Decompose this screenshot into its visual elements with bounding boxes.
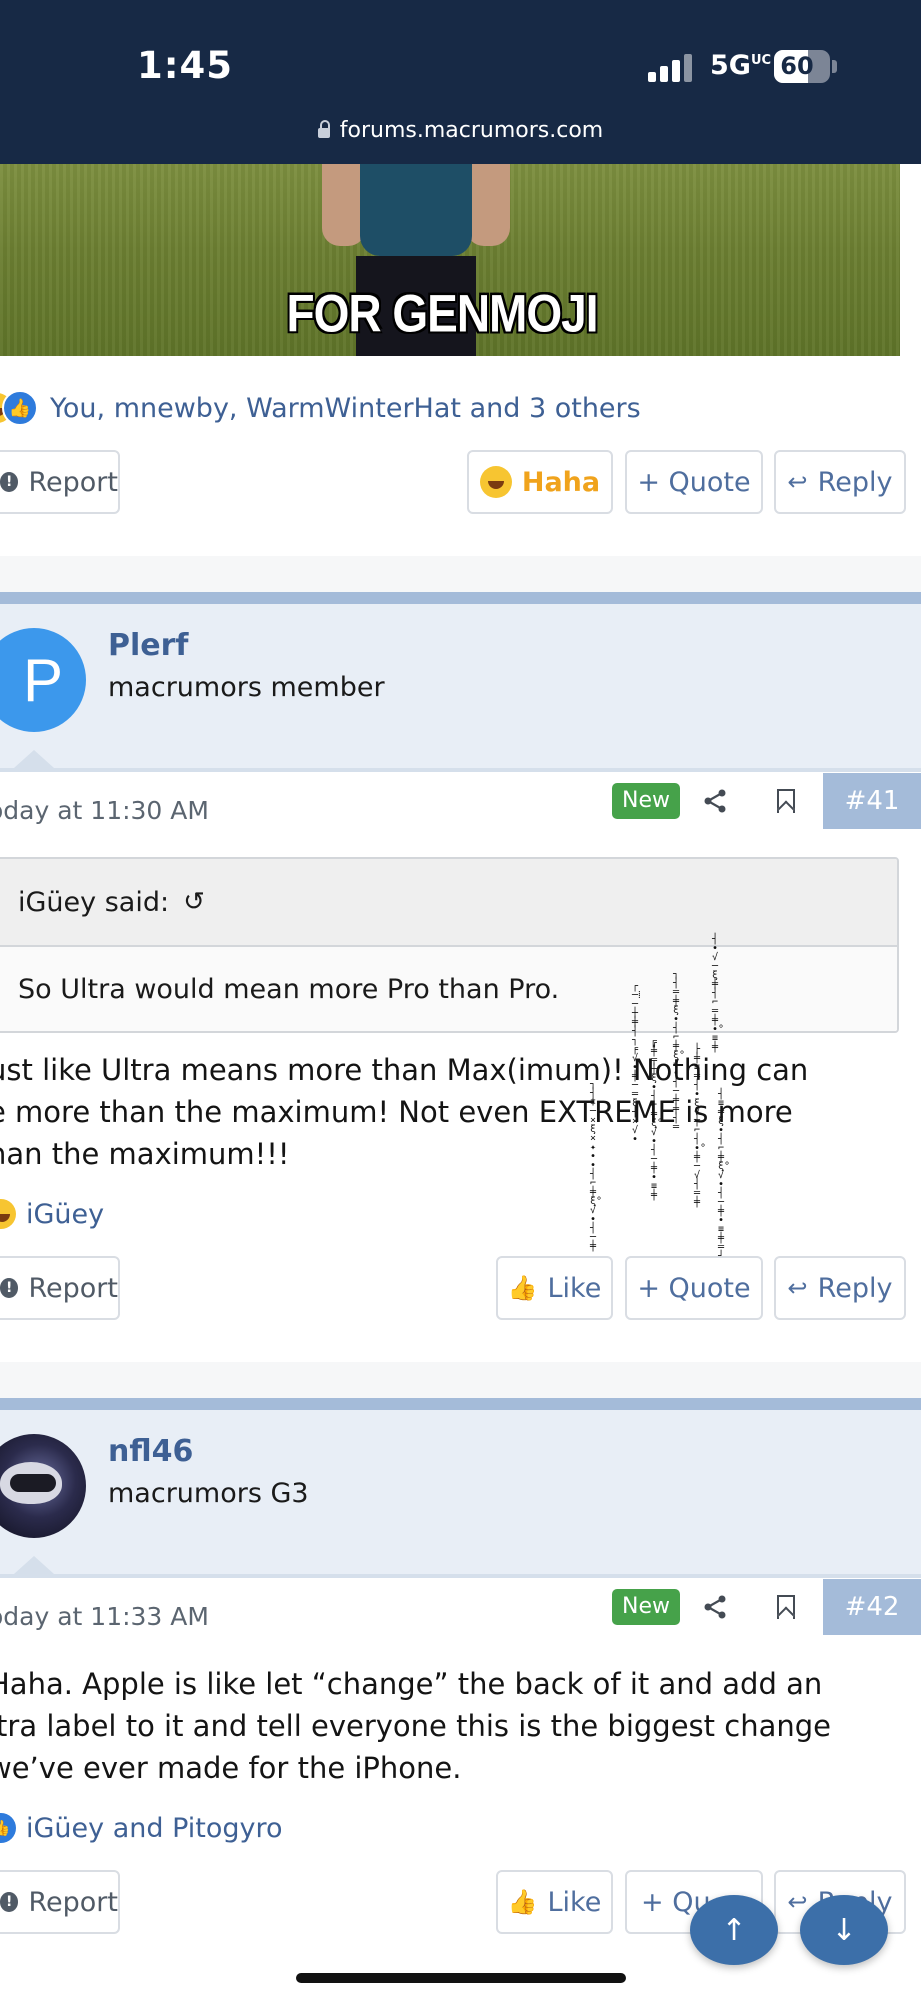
image-caption: FOR GENMOJI bbox=[286, 283, 598, 343]
glitch-text: ┤≡╪ξ∙┤⌐╪ξ°√∙┤─╪∙≡╪═┤ bbox=[718, 1089, 731, 1262]
report-button[interactable]: ! Report bbox=[0, 1256, 120, 1320]
laugh-emoji-icon bbox=[479, 466, 512, 498]
laugh-emoji-icon bbox=[0, 1199, 16, 1229]
bookmark-icon[interactable] bbox=[777, 1595, 795, 1619]
quote-header[interactable]: iGüey said: ↺ bbox=[0, 859, 897, 947]
post-number[interactable]: #42 bbox=[823, 1579, 921, 1635]
glitch-text: ┐┤═╪ξ∙┤⌐╪ξ°√∙┤─╪╪┤═ bbox=[673, 969, 686, 1133]
like-button[interactable]: 👍 Like bbox=[496, 1870, 613, 1934]
quote-author: iGüey said: bbox=[18, 886, 170, 918]
network-type: 5GUC bbox=[710, 50, 772, 81]
arrow-up-icon: ↑ bbox=[721, 1912, 747, 1948]
battery-tip bbox=[832, 60, 837, 73]
scroll-to-bottom-button[interactable]: ↓ bbox=[800, 1895, 888, 1965]
post-user-header: P Plerf macrumors member bbox=[0, 604, 921, 772]
share-icon[interactable] bbox=[702, 788, 728, 814]
post-number[interactable]: #41 bbox=[823, 773, 921, 829]
post-date[interactable]: oday at 11:33 AM bbox=[0, 1602, 209, 1631]
thumbs-up-icon: 👍 bbox=[2, 390, 38, 426]
home-indicator[interactable] bbox=[296, 1973, 626, 1983]
report-button[interactable]: ! Report bbox=[0, 1870, 120, 1934]
reactions-text: You, mnewby, WarmWinterHat and 3 others bbox=[50, 392, 641, 424]
alert-icon: ! bbox=[0, 1892, 19, 1912]
glitch-text: ├╪≡═┤∙ξ√╪⌐┤∙°╪─√┤═╪ bbox=[694, 1044, 707, 1208]
reply-button[interactable]: ↩ Reply bbox=[774, 1256, 906, 1320]
bookmark-icon[interactable] bbox=[777, 789, 795, 813]
glitch-text: ╔╪╤┼ξ∙┤⌐╪ξ°√∙┤─╪∙≡╪ bbox=[651, 1037, 664, 1201]
thumbs-up-icon: 👍 bbox=[0, 1813, 16, 1843]
quote-block: iGüey said: ↺ So Ultra would mean more P… bbox=[0, 857, 899, 1033]
arrow-down-icon: ↓ bbox=[831, 1912, 857, 1948]
glitch-text: ┐┤‡─×ξ×✦∙∙┤⌐╪ξ°√∙┤─╪ bbox=[590, 1079, 603, 1252]
glitch-text: ┌─⁞─┼╪┤┐╒√∙╪─═ξ┤×√∙ bbox=[632, 981, 641, 1145]
like-button[interactable]: 👍 Like bbox=[496, 1256, 613, 1320]
cellular-signal-icon bbox=[648, 52, 694, 82]
share-icon[interactable] bbox=[702, 1594, 728, 1620]
likers-summary[interactable]: iGüey bbox=[0, 1194, 104, 1234]
avatar[interactable]: P bbox=[0, 628, 86, 732]
alert-icon: ! bbox=[0, 472, 19, 492]
haha-reaction-button[interactable]: Haha bbox=[467, 450, 613, 514]
user-title: macrumors G3 bbox=[108, 1478, 309, 1509]
post-body: Haha. Apple is like let “change” the bac… bbox=[0, 1667, 831, 1785]
report-button[interactable]: ! Report bbox=[0, 450, 120, 514]
new-badge: New bbox=[612, 1589, 680, 1625]
post-date[interactable]: oday at 11:30 AM bbox=[0, 796, 209, 825]
likers-summary[interactable]: 👍 iGüey and Pitogyro bbox=[0, 1808, 283, 1848]
status-bar: 1:45 5GUC 60 forums.macrumors.com bbox=[0, 0, 921, 164]
quote-button[interactable]: + Quote bbox=[625, 1256, 763, 1320]
avatar[interactable] bbox=[0, 1434, 86, 1538]
address-bar[interactable]: forums.macrumors.com bbox=[0, 118, 921, 143]
post-body: ust like Ultra means more than Max(imum)… bbox=[0, 1053, 809, 1171]
post-image[interactable]: FOR GENMOJI bbox=[0, 164, 900, 356]
reply-icon: ↩ bbox=[787, 1888, 808, 1916]
thumbs-up-icon: 👍 bbox=[507, 1274, 538, 1302]
go-to-quote-icon: ↺ bbox=[183, 887, 205, 917]
quote-button[interactable]: + Quote bbox=[625, 450, 763, 514]
battery-icon: 60 bbox=[774, 50, 830, 83]
alert-icon: ! bbox=[0, 1278, 19, 1298]
scroll-to-top-button[interactable]: ↑ bbox=[690, 1895, 778, 1965]
glitch-text: ┤∙√─ξ╪┤⌐═╪∙°≡╪ bbox=[712, 934, 725, 1053]
quote-text: So Ultra would mean more Pro than Pro. bbox=[0, 947, 897, 1031]
reply-icon: ↩ bbox=[787, 1274, 808, 1302]
new-badge: New bbox=[612, 783, 680, 819]
reply-button[interactable]: ↩ Reply bbox=[774, 450, 906, 514]
url-text: forums.macrumors.com bbox=[339, 118, 604, 143]
battery-level: 60 bbox=[780, 52, 814, 80]
username[interactable]: nfl46 bbox=[108, 1434, 193, 1469]
lock-icon bbox=[317, 120, 330, 138]
username[interactable]: Plerf bbox=[108, 628, 188, 663]
thumbs-up-icon: 👍 bbox=[507, 1888, 538, 1916]
post-user-header: nfl46 macrumors G3 bbox=[0, 1410, 921, 1578]
user-title: macrumors member bbox=[108, 672, 385, 703]
reactions-summary[interactable]: 👍 You, mnewby, WarmWinterHat and 3 other… bbox=[0, 388, 641, 428]
reply-icon: ↩ bbox=[787, 468, 808, 496]
clock: 1:45 bbox=[137, 44, 234, 87]
